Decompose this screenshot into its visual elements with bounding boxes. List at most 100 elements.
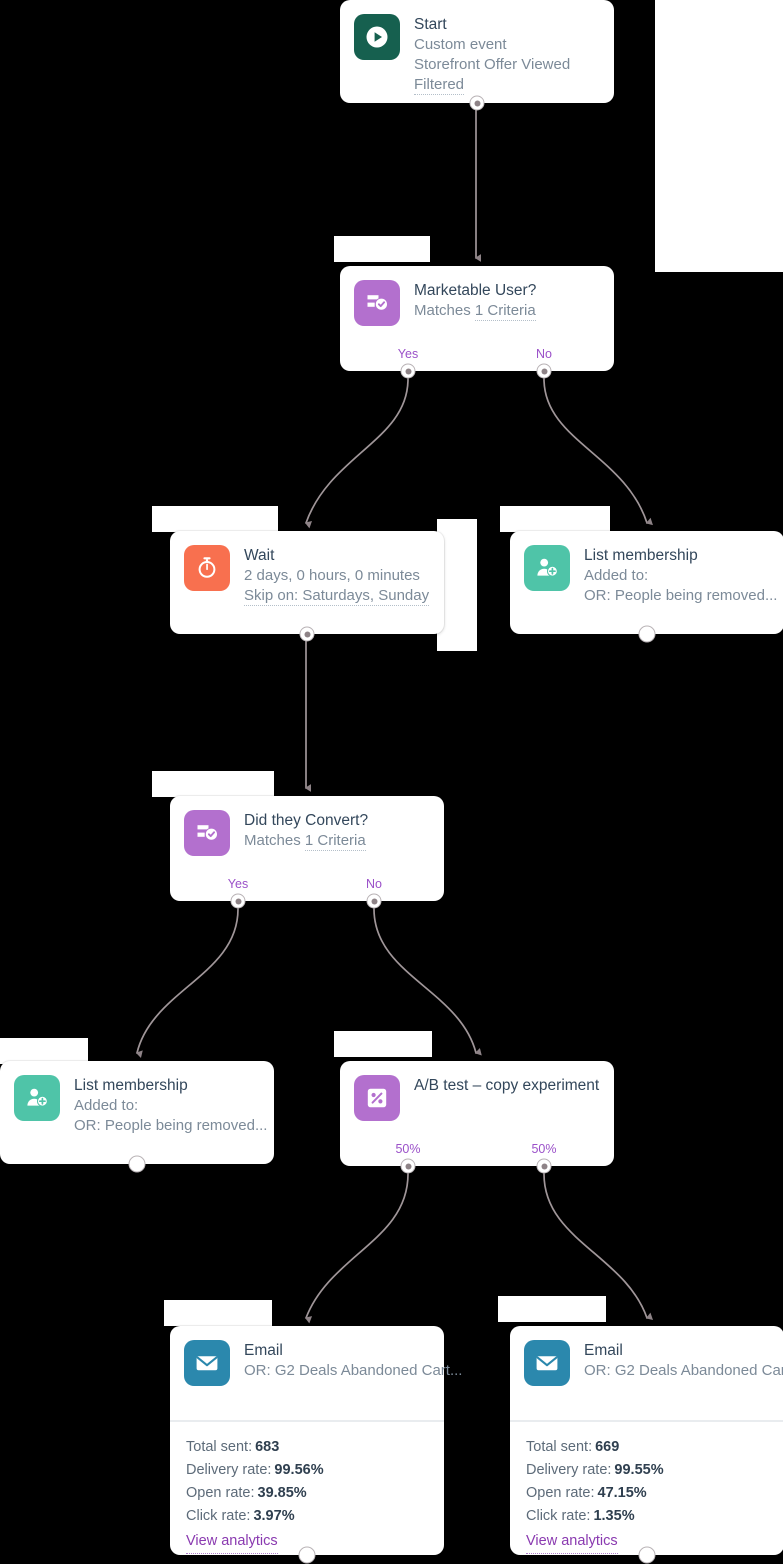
node-name-label[interactable] bbox=[152, 506, 278, 532]
stat-value: 3.97% bbox=[253, 1508, 295, 1524]
node-subtitle: OR: People being removed... bbox=[74, 1117, 268, 1134]
node-title: Email bbox=[244, 1342, 283, 1359]
node-name-label[interactable] bbox=[334, 1031, 432, 1057]
node-header: A/B test – copy experiment bbox=[340, 1061, 614, 1121]
stat-label: Delivery rate: bbox=[526, 1462, 612, 1478]
node-text-block: Did they Convert? Matches 1 Criteria bbox=[244, 810, 368, 851]
node-subtitle: Added to: bbox=[74, 1097, 139, 1114]
node-output-port[interactable] bbox=[299, 626, 315, 642]
node-editable-detail[interactable]: 1 Criteria bbox=[474, 302, 536, 321]
branch-label: 50% bbox=[531, 1142, 557, 1156]
branch-label: 50% bbox=[395, 1142, 421, 1156]
stat-value: 683 bbox=[255, 1439, 280, 1455]
stat-label: Total sent: bbox=[526, 1439, 593, 1455]
user-add-icon bbox=[14, 1075, 60, 1121]
node-name-label[interactable] bbox=[498, 1296, 606, 1322]
node-output-port[interactable] bbox=[638, 625, 656, 643]
node-output-port[interactable] bbox=[638, 1546, 656, 1564]
stat-row: Click rate: 3.97% bbox=[186, 1505, 428, 1528]
stat-row: Total sent: 669 bbox=[526, 1436, 768, 1459]
branch-output-port[interactable] bbox=[230, 893, 246, 909]
branch-label: Yes bbox=[397, 347, 419, 361]
node-text-block: Email OR: G2 Deals Abandoned Cart... bbox=[584, 1340, 783, 1381]
node-name-label[interactable] bbox=[334, 236, 430, 262]
node-criteria-row: Filtered bbox=[414, 75, 570, 95]
node-name-label[interactable] bbox=[164, 1300, 272, 1326]
stat-row: Delivery rate: 99.55% bbox=[526, 1459, 768, 1482]
node-title: List membership bbox=[584, 547, 698, 564]
workflow-node-list-membership-right[interactable]: List membership Added to: OR: People being… bbox=[510, 531, 783, 634]
node-header: Marketable User? Matches 1 Criteria bbox=[340, 266, 614, 326]
node-title: Did they Convert? bbox=[244, 812, 369, 829]
stat-row: Delivery rate: 99.56% bbox=[186, 1459, 428, 1482]
edge-yes-to-list-left bbox=[135, 908, 239, 1058]
node-header: List membership Added to: OR: People being… bbox=[510, 531, 783, 606]
node-header: Did they Convert? Matches 1 Criteria bbox=[170, 796, 444, 856]
stat-label: Delivery rate: bbox=[186, 1462, 272, 1478]
branch-output-port[interactable] bbox=[536, 363, 552, 379]
node-editable-detail[interactable]: 1 Criteria bbox=[304, 832, 366, 851]
node-criteria-row: Matches 1 Criteria bbox=[244, 831, 368, 851]
percent-icon bbox=[354, 1075, 400, 1121]
workflow-node-ab-test[interactable]: A/B test – copy experiment bbox=[340, 1061, 614, 1166]
email-stats: Total sent: 669 Delivery rate: 99.55% Open r… bbox=[510, 1420, 783, 1554]
node-title: Start bbox=[414, 16, 447, 33]
node-header: Start Custom event Storefront Offer Viewed… bbox=[340, 0, 614, 95]
stat-label: Click rate: bbox=[526, 1508, 591, 1524]
workflow-node-did-they-convert[interactable]: Did they Convert? Matches 1 Criteria bbox=[170, 796, 444, 901]
node-subtitle: Custom event bbox=[414, 36, 507, 53]
node-output-port[interactable] bbox=[298, 1546, 316, 1564]
node-text-block: List membership Added to: OR: People being… bbox=[74, 1075, 268, 1136]
node-text-block: Email OR: G2 Deals Abandoned Cart... bbox=[244, 1340, 462, 1381]
node-subtitle: 2 days, 0 hours, 0 minutes bbox=[244, 567, 420, 584]
stopwatch-icon bbox=[184, 545, 230, 591]
stat-row: Open rate: 39.85% bbox=[186, 1482, 428, 1505]
workflow-node-email-right[interactable]: Email OR: G2 Deals Abandoned Cart... Total… bbox=[510, 1326, 783, 1555]
node-criteria-prefix: Matches bbox=[244, 832, 305, 849]
node-subtitle: OR: G2 Deals Abandoned Cart... bbox=[584, 1362, 783, 1379]
node-title: Marketable User? bbox=[414, 282, 537, 299]
node-name-label[interactable] bbox=[500, 506, 610, 532]
play-icon bbox=[354, 14, 400, 60]
stat-label: Total sent: bbox=[186, 1439, 253, 1455]
node-header: Email OR: G2 Deals Abandoned Cart... bbox=[510, 1326, 783, 1386]
stat-value: 47.15% bbox=[597, 1485, 647, 1501]
node-criteria-prefix: Matches bbox=[414, 302, 475, 319]
branch-output-port[interactable] bbox=[536, 1158, 552, 1174]
edge-split-a-to-email-left bbox=[304, 1173, 409, 1324]
node-output-port[interactable] bbox=[128, 1155, 146, 1173]
node-output-port[interactable] bbox=[469, 95, 485, 111]
workflow-node-wait[interactable]: Wait 2 days, 0 hours, 0 minutes Skip on: S… bbox=[170, 531, 444, 634]
node-title: Email bbox=[584, 1342, 623, 1359]
node-header: Email OR: G2 Deals Abandoned Cart... bbox=[170, 1326, 462, 1386]
workflow-node-marketable-user[interactable]: Marketable User? Matches 1 Criteria bbox=[340, 266, 614, 371]
stat-value: 669 bbox=[595, 1439, 620, 1455]
node-criteria-row: Skip on: Saturdays, Sunday bbox=[244, 586, 430, 606]
branch-output-port[interactable] bbox=[366, 893, 382, 909]
node-editable-detail[interactable]: Skip on: Saturdays, Sunday bbox=[244, 587, 430, 606]
filter-check-icon bbox=[184, 810, 230, 856]
node-text-block: List membership Added to: OR: People being… bbox=[584, 545, 778, 606]
workflow-node-list-membership-left[interactable]: List membership Added to: OR: People being… bbox=[0, 1061, 274, 1164]
node-text-block: Start Custom event Storefront Offer Viewed… bbox=[414, 14, 570, 95]
node-name-label[interactable] bbox=[152, 771, 274, 797]
envelope-icon bbox=[524, 1340, 570, 1386]
view-analytics-link[interactable]: View analytics bbox=[186, 1530, 278, 1554]
branch-label: Yes bbox=[227, 877, 249, 891]
branch-output-port[interactable] bbox=[400, 363, 416, 379]
workflow-node-start[interactable]: Start Custom event Storefront Offer Viewed… bbox=[340, 0, 614, 103]
branch-output-port[interactable] bbox=[400, 1158, 416, 1174]
node-editable-detail[interactable]: Filtered bbox=[414, 76, 465, 95]
workflow-node-email-left[interactable]: Email OR: G2 Deals Abandoned Cart... Total… bbox=[170, 1326, 462, 1555]
view-analytics-link[interactable]: View analytics bbox=[526, 1530, 618, 1554]
node-text-block: Wait 2 days, 0 hours, 0 minutes Skip on: S… bbox=[244, 545, 430, 606]
email-stats: Total sent: 683 Delivery rate: 99.56% Open r… bbox=[170, 1420, 444, 1554]
envelope-icon bbox=[184, 1340, 230, 1386]
branch-label: No bbox=[366, 877, 382, 891]
node-subtitle: Added to: bbox=[584, 567, 649, 584]
workflow-canvas[interactable]: Start Custom event Storefront Offer Viewed… bbox=[0, 0, 783, 1564]
node-subtitle: OR: People being removed... bbox=[584, 587, 778, 604]
stat-label: Open rate: bbox=[186, 1485, 255, 1501]
node-subtitle: Storefront Offer Viewed bbox=[414, 56, 571, 73]
stat-label: Click rate: bbox=[186, 1508, 251, 1524]
